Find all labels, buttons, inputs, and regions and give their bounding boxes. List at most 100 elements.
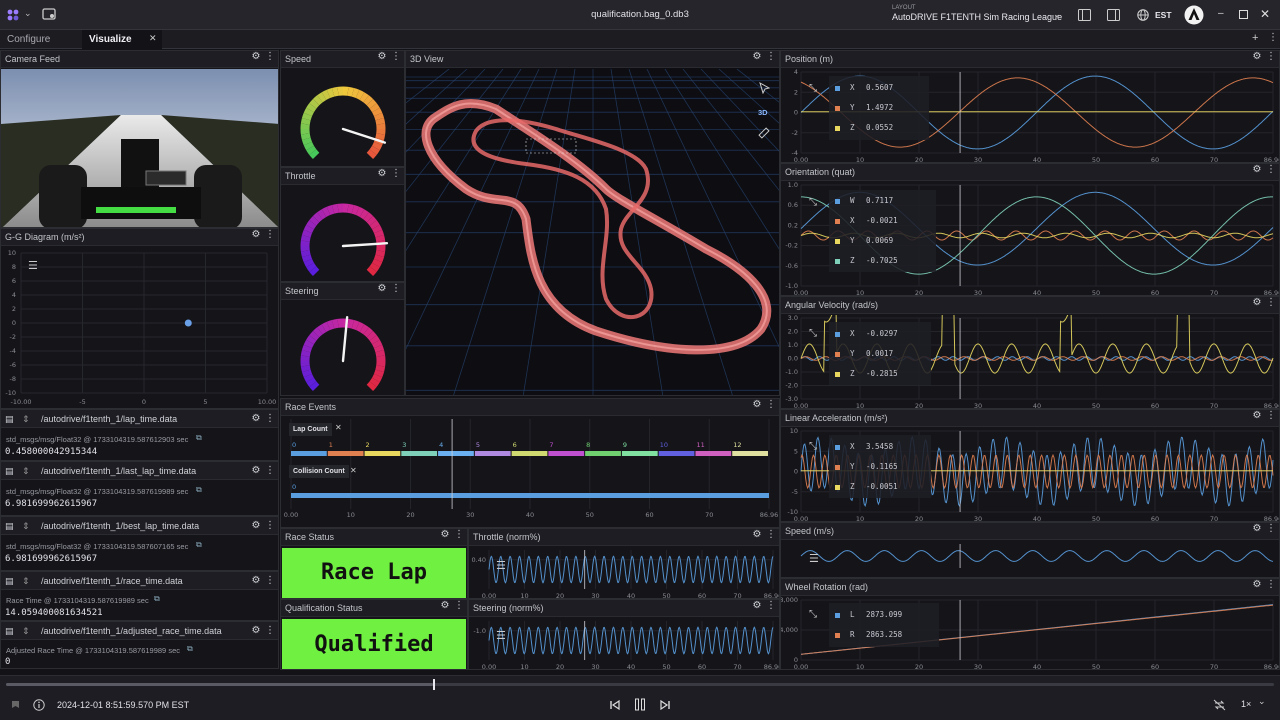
pause-icon[interactable] — [634, 698, 646, 711]
info-icon[interactable] — [33, 699, 45, 711]
panel-settings-icon[interactable]: ⚙ — [251, 229, 261, 240]
panel-menu-icon[interactable]: ⋮ — [265, 575, 275, 586]
right-sidebar-toggle-icon[interactable] — [1107, 9, 1120, 21]
legend-item-r[interactable]: R 2863.258 — [835, 629, 902, 641]
user-avatar-icon[interactable] — [1184, 5, 1204, 25]
left-sidebar-toggle-icon[interactable] — [1078, 9, 1091, 21]
data-source-icon[interactable] — [42, 8, 56, 21]
app-logo-icon[interactable] — [6, 8, 20, 22]
legend-item-w[interactable]: W 0.7117 — [835, 195, 893, 207]
copy-icon[interactable]: ⧉ — [196, 540, 202, 550]
panel-menu-icon[interactable]: ⋮ — [766, 600, 776, 611]
panel-menu-icon[interactable]: ⋮ — [1266, 164, 1276, 175]
playback-speed-selector[interactable]: 1× — [1241, 699, 1251, 709]
expand-legend-icon[interactable]: ⤡ — [809, 197, 817, 208]
3d-mode-button[interactable]: 3D — [758, 108, 768, 117]
sort-icon[interactable]: ⇕ — [22, 622, 30, 640]
playback-timestamp[interactable]: 2024-12-01 8:51:59.570 PM EST — [57, 700, 189, 710]
panel-menu-icon[interactable]: ⋮ — [1266, 410, 1276, 421]
panel-settings-icon[interactable]: ⚙ — [752, 529, 762, 540]
topic-path[interactable]: /autodrive/f1tenth_1/race_time.data — [41, 572, 183, 590]
panel-menu-icon[interactable]: ⋮ — [265, 520, 275, 531]
expand-legend-icon[interactable]: ⤡ — [809, 328, 817, 339]
sort-icon[interactable]: ⇕ — [22, 462, 30, 480]
seek-backward-icon[interactable] — [609, 699, 621, 711]
legend-toggle-icon[interactable]: ☰ — [496, 629, 506, 642]
panel-menu-icon[interactable]: ⋮ — [265, 625, 275, 636]
ruler-icon[interactable] — [758, 127, 770, 139]
globe-icon[interactable] — [1137, 9, 1149, 21]
loop-icon[interactable] — [1213, 699, 1226, 711]
topic-path[interactable]: /autodrive/f1tenth_1/last_lap_time.data — [41, 462, 196, 480]
legend-item-x[interactable]: X 0.5607 — [835, 82, 893, 94]
maximize-icon[interactable] — [1239, 10, 1248, 19]
minimize-icon[interactable]: – — [1218, 8, 1224, 19]
legend-item-x[interactable]: X -0.0297 — [835, 328, 898, 340]
panel-menu-icon[interactable]: ⋮ — [265, 51, 275, 62]
seek-forward-icon[interactable] — [659, 699, 671, 711]
remove-series-icon[interactable]: ✕ — [335, 423, 342, 432]
panel-menu-icon[interactable]: ⋮ — [391, 283, 401, 294]
panel-menu-icon[interactable]: ⋮ — [766, 529, 776, 540]
legend-item-x[interactable]: X -0.0021 — [835, 215, 898, 227]
topic-path[interactable]: /autodrive/f1tenth_1/lap_time.data — [41, 410, 177, 428]
collision-count-chip[interactable]: Collision Count — [289, 465, 349, 478]
topic-path[interactable]: /autodrive/f1tenth_1/best_lap_time.data — [41, 517, 199, 535]
copy-icon[interactable]: ⧉ — [154, 594, 160, 604]
panel-settings-icon[interactable]: ⚙ — [752, 399, 762, 410]
layout-chevron-icon[interactable]: ⌄ — [1053, 9, 1061, 20]
panel-settings-icon[interactable]: ⚙ — [752, 600, 762, 611]
speed-chevron-icon[interactable]: ⌄ — [1258, 696, 1266, 707]
panel-settings-icon[interactable]: ⚙ — [440, 600, 450, 611]
new-tab-icon[interactable]: + — [1252, 32, 1258, 44]
panel-menu-icon[interactable]: ⋮ — [766, 399, 776, 410]
close-tab-icon[interactable]: ✕ — [149, 33, 157, 44]
layout-selector[interactable]: AutoDRIVE F1TENTH Sim Racing League — [892, 12, 1062, 22]
close-window-icon[interactable]: ✕ — [1260, 7, 1270, 21]
panel-menu-icon[interactable]: ⋮ — [1266, 579, 1276, 590]
cursor-tool-icon[interactable] — [759, 82, 770, 94]
legend-item-z[interactable]: Z 0.0552 — [835, 122, 893, 134]
legend-toggle-icon[interactable]: ☰ — [496, 559, 506, 572]
panel-settings-icon[interactable]: ⚙ — [377, 168, 387, 179]
legend-item-y[interactable]: Y 0.0069 — [835, 235, 893, 247]
panel-menu-icon[interactable]: ⋮ — [454, 600, 464, 611]
tab-configure[interactable]: Configure — [0, 30, 82, 49]
panel-settings-icon[interactable]: ⚙ — [1252, 51, 1262, 62]
app-menu-chevron-icon[interactable]: ⌄ — [24, 8, 32, 19]
panel-settings-icon[interactable]: ⚙ — [251, 413, 261, 424]
sort-icon[interactable]: ⇕ — [22, 572, 30, 590]
expand-legend-icon[interactable]: ⤡ — [809, 441, 817, 452]
legend-item-x[interactable]: X 3.5458 — [835, 441, 893, 453]
panel-menu-icon[interactable]: ⋮ — [391, 168, 401, 179]
panel-menu-icon[interactable]: ⋮ — [391, 51, 401, 62]
panel-settings-icon[interactable]: ⚙ — [752, 51, 762, 62]
panel-menu-icon[interactable]: ⋮ — [1266, 523, 1276, 534]
panel-menu-icon[interactable]: ⋮ — [454, 529, 464, 540]
panel-settings-icon[interactable]: ⚙ — [440, 529, 450, 540]
playback-scrubber[interactable] — [6, 679, 1274, 690]
panel-menu-icon[interactable]: ⋮ — [265, 465, 275, 476]
panel-settings-icon[interactable]: ⚙ — [251, 520, 261, 531]
panel-settings-icon[interactable]: ⚙ — [1252, 297, 1262, 308]
panel-menu-icon[interactable]: ⋮ — [265, 229, 275, 240]
lap-count-chip[interactable]: Lap Count — [289, 423, 332, 436]
legend-toggle-icon[interactable]: ☰ — [809, 552, 819, 565]
legend-item-z[interactable]: Z -0.2815 — [835, 368, 898, 380]
event-marker-icon[interactable] — [11, 700, 20, 710]
remove-series-icon[interactable]: ✕ — [350, 466, 357, 475]
panel-settings-icon[interactable]: ⚙ — [1252, 579, 1262, 590]
legend-item-y[interactable]: Y -0.1165 — [835, 461, 898, 473]
panel-settings-icon[interactable]: ⚙ — [377, 283, 387, 294]
legend-item-y[interactable]: Y 1.4972 — [835, 102, 893, 114]
panel-menu-icon[interactable]: ⋮ — [1266, 51, 1276, 62]
panel-settings-icon[interactable]: ⚙ — [1252, 410, 1262, 421]
legend-item-l[interactable]: L 2873.099 — [835, 609, 902, 621]
panel-settings-icon[interactable]: ⚙ — [1252, 523, 1262, 534]
panel-settings-icon[interactable]: ⚙ — [251, 625, 261, 636]
panel-settings-icon[interactable]: ⚙ — [1252, 164, 1262, 175]
sort-icon[interactable]: ⇕ — [22, 517, 30, 535]
copy-icon[interactable]: ⧉ — [196, 485, 202, 495]
topic-path[interactable]: /autodrive/f1tenth_1/adjusted_race_time.… — [41, 622, 222, 640]
copy-icon[interactable]: ⧉ — [187, 644, 193, 654]
